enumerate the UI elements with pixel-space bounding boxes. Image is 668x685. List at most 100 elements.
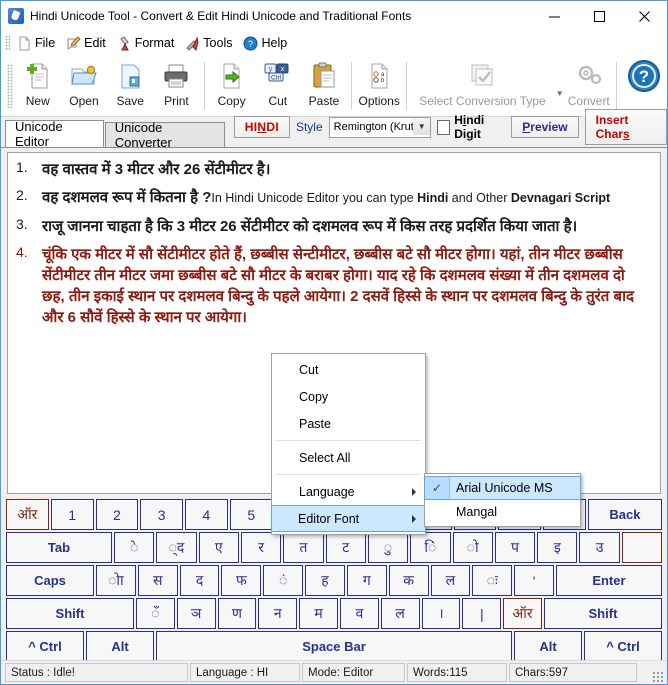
key-space-bar[interactable]: Space Bar [156,631,512,662]
tab-bar: Unicode Editor Unicode Converter HINDI S… [1,109,667,150]
print-button[interactable]: Print [153,56,199,116]
key-dev-t[interactable]: त [283,532,324,563]
context-menu-item-paste[interactable]: Paste [272,410,425,437]
key-shift-right[interactable]: Shift [543,598,662,629]
insert-chars-button[interactable]: Insert Chars [584,109,667,145]
menu-help[interactable]: ? Help [239,35,294,52]
new-button[interactable]: New [15,56,61,116]
key-dev-apostrophe[interactable]: ' [514,565,554,596]
key-dev-slash[interactable]: ऑर [503,598,542,629]
line-text-english-2: and Other [448,191,511,205]
key-ctrl-left[interactable]: ^ Ctrl [6,631,84,662]
context-menu-item-select-all[interactable]: Select All [272,444,425,471]
close-button[interactable] [622,1,667,31]
hindi-digit-checkbox-row[interactable]: Hindi Digit [437,113,505,141]
toolbar-separator-4 [615,62,617,110]
key-1[interactable]: 1 [50,499,94,530]
preview-button[interactable]: Preview [511,116,579,138]
key-dev-v[interactable]: न [258,598,298,629]
key-alt-right[interactable]: Alt [514,631,582,662]
key-dev-l[interactable]: ल [430,565,471,596]
cut-icon: y x Ctrl [261,60,295,92]
key-enter[interactable]: Enter [555,565,662,596]
key-dev-r[interactable]: र [240,532,282,563]
key-dev-a[interactable]: ोा [96,565,136,596]
menu-bar: File Edit Format Tools ? Help [1,31,667,56]
key-shift-left[interactable]: Shift [6,598,134,629]
help-toolbar-button[interactable]: ? [621,56,667,116]
key-dev-n[interactable]: व [339,598,379,629]
hindi-toggle-button[interactable]: HINDI [233,116,290,138]
tab-unicode-editor[interactable]: Unicode Editor [5,119,104,149]
key-dev-c[interactable]: ण [217,598,257,629]
menu-edit[interactable]: Edit [62,35,113,52]
key-dev-h[interactable]: ह [305,565,345,596]
key-tab[interactable]: Tab [6,532,112,563]
menu-tools[interactable]: Tools [181,35,239,52]
key-dev-semicolon[interactable]: ः [472,565,513,596]
open-button[interactable]: Open [61,56,107,116]
key-dev-f[interactable]: फ [221,565,262,596]
options-button[interactable]: ab Options [356,56,402,116]
key-dev-j[interactable]: ग [346,565,387,596]
context-menu-item-cut[interactable]: Cut [272,356,425,383]
key-dev-d[interactable]: द [179,565,220,596]
key-dev-y[interactable]: ट [325,532,366,563]
toolbar-grip-handle[interactable] [7,64,13,108]
key-dev-e[interactable]: ए [198,532,239,563]
tab-unicode-converter[interactable]: Unicode Converter [104,120,225,150]
key-backspace[interactable]: Back [587,499,662,530]
key-2[interactable]: 2 [95,499,139,530]
key-dev-o[interactable]: ो [452,532,493,563]
context-menu-item-editor-font[interactable]: Editor Font [271,505,426,532]
convert-button[interactable]: Convert [566,56,612,116]
context-menu-item-copy[interactable]: Copy [272,383,425,410]
key-dev-m[interactable]: ल [380,598,420,629]
submenu-item-arial-unicode-ms[interactable]: ✓ Arial Unicode MS [424,476,581,500]
key-dev-backslash[interactable] [621,532,663,563]
submenu-item-mangal[interactable]: Mangal [425,500,580,524]
key-dev-bracket-right[interactable]: उ [579,532,620,563]
key-3[interactable]: 3 [140,499,184,530]
copy-button-label: Copy [217,94,246,108]
key-dev-w[interactable]: ्द [156,532,197,563]
key-dev-g[interactable]: ं [263,565,304,596]
key-dev-bracket-left[interactable]: इ [537,532,578,563]
hindi-digit-checkbox[interactable] [437,119,451,135]
key-ctrl-right[interactable]: ^ Ctrl [584,631,662,662]
key-dev-x[interactable]: ञ [176,598,216,629]
key-dev-z[interactable]: ँ [136,598,175,629]
context-menu-item-language[interactable]: Language [272,478,425,505]
options-icon: ab [364,60,394,92]
chevron-down-icon[interactable]: ▼ [413,117,431,135]
key-or[interactable]: ऑर [6,499,49,530]
key-dev-p[interactable]: प [494,532,536,563]
resize-grip-icon[interactable] [652,671,664,683]
key-5[interactable]: 5 [229,499,273,530]
key-dev-u[interactable]: ु [367,532,409,563]
key-dev-comma[interactable]: । [421,598,461,629]
menu-file[interactable]: File [13,35,62,52]
select-conversion-type-button[interactable]: Select Conversion Type [411,56,554,116]
menu-grip-handle[interactable] [5,35,10,51]
maximize-button[interactable] [577,1,622,31]
key-caps-lock[interactable]: Caps [6,565,94,596]
menu-format[interactable]: Format [113,35,182,52]
copy-button[interactable]: Copy [208,56,254,116]
key-dev-q[interactable]: े [114,532,155,563]
key-dev-s[interactable]: स [137,565,178,596]
key-dev-k[interactable]: क [388,565,429,596]
svg-text:?: ? [639,67,649,86]
line-text: राजू जानना चाहता है कि 3 मीटर 26 सेंटीमी… [42,218,578,235]
save-button[interactable]: Save [107,56,153,116]
conversion-dropdown-caret-icon[interactable]: ▼ [556,75,564,98]
minimize-button[interactable] [532,1,577,31]
key-dev-i[interactable]: िं [410,532,451,563]
key-dev-b[interactable]: म [299,598,338,629]
key-4[interactable]: 4 [185,499,228,530]
paste-button[interactable]: Paste [301,56,347,116]
key-dev-period[interactable]: | [462,598,502,629]
key-alt-left[interactable]: Alt [86,631,154,662]
cut-button[interactable]: y x Ctrl Cut [255,56,301,116]
style-select[interactable]: Remington (Kruti) ▼ [328,116,432,138]
